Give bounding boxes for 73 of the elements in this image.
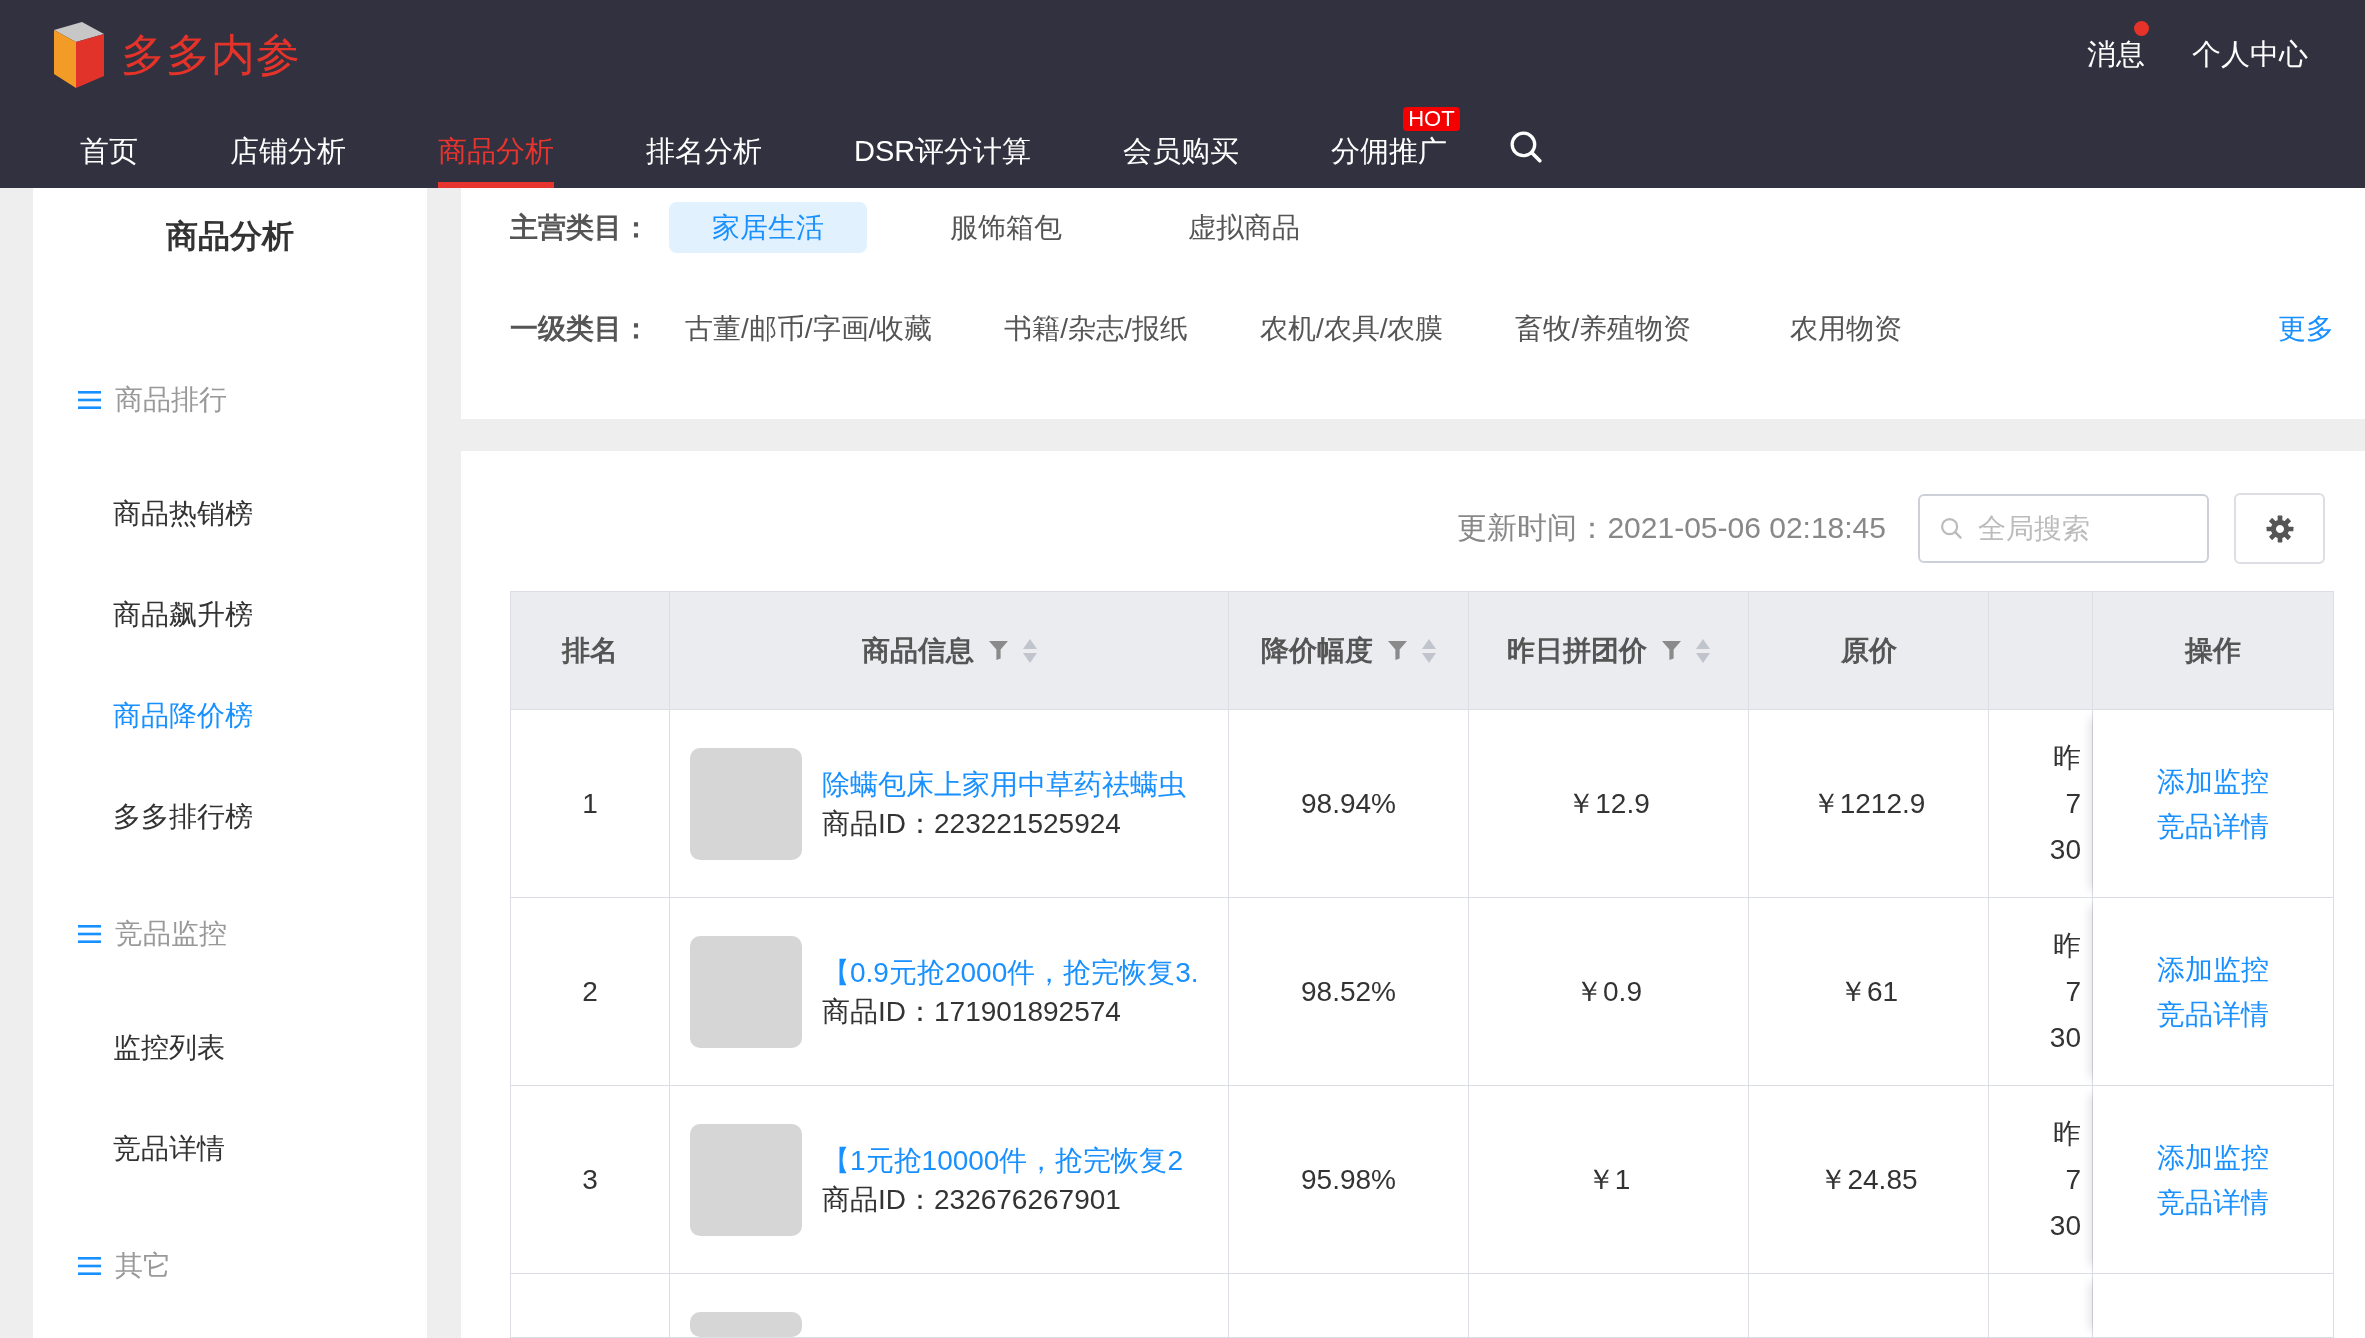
filter-icon[interactable] [1388,641,1407,660]
sort-icon[interactable] [1696,638,1710,663]
rank-number: 2 [582,975,598,1008]
original-price: ￥24.85 [1819,1162,1918,1197]
cell-text: 昨 [2053,740,2081,775]
nav-tab[interactable]: 分佣推广 [1331,134,1448,188]
menu-icon [78,391,101,409]
category-option[interactable]: 书籍/杂志/报纸 [988,303,1204,355]
cell-text: 7 [2065,786,2081,821]
logo-text: 多多内参 [121,28,301,81]
group-price: ￥12.9 [1567,786,1650,821]
sort-icon[interactable] [1022,638,1037,663]
category-option[interactable]: 畜牧/养殖物资 [1499,303,1708,355]
header-link[interactable]: 个人中心 [2192,35,2308,75]
cell-text: 30 [2049,1208,2081,1243]
product-id: 商品ID：232676267901 [822,1183,1121,1217]
group-price: ￥1 [1586,1162,1631,1197]
sidebar-title: 商品分析 [166,217,294,256]
cell-text: 昨 [2053,928,2081,963]
product-id: 商品ID：223221525924 [822,807,1121,841]
original-price: ￥1212.9 [1811,786,1926,821]
sidebar-item[interactable]: 商品飙升榜 [113,595,253,634]
nav-tab[interactable]: DSR评分计算 [854,134,1032,188]
category-option[interactable]: 虚拟商品 [1145,202,1343,253]
search-icon[interactable] [1509,129,1543,163]
sort-icon[interactable] [1422,638,1436,663]
column-title: 昨日拼团价 [1507,633,1647,668]
cell-text: 7 [2065,1162,2081,1197]
sidebar-item[interactable]: 商品热销榜 [113,494,253,533]
nav-tab[interactable]: 会员购买 [1123,134,1240,188]
menu-icon [78,925,101,943]
sidebar-item[interactable]: 竞品详情 [113,1129,225,1168]
filter-label: 一级类目： [510,312,650,346]
nav-tab[interactable]: 排名分析 [646,134,762,188]
category-option[interactable]: 农用物资 [1747,303,1946,355]
rank-number: 3 [582,1163,598,1196]
price-drop-percent: 98.52% [1301,975,1396,1008]
section-title: 商品排行 [115,383,227,417]
filter-label: 主营类目： [510,210,650,245]
settings-icon [2265,514,2294,543]
search-icon [1940,517,1962,539]
cell-text: 30 [2049,1020,2081,1055]
hot-badge: HOT [1403,107,1460,131]
column-title: 商品信息 [861,633,974,668]
cell-text: 昨 [2053,1116,2081,1151]
header-link[interactable]: 消息 [2087,35,2145,75]
section-title: 竞品监控 [115,917,227,951]
group-price: ￥0.9 [1575,974,1642,1009]
section-title: 其它 [115,1249,171,1283]
menu-icon [78,1257,101,1275]
cell-text: 7 [2065,974,2081,1009]
settings-button[interactable] [2234,493,2325,564]
sidebar-item[interactable]: 多多排行榜 [113,797,253,836]
sidebar-item[interactable]: 监控列表 [113,1028,225,1067]
column-title: 操作 [2185,633,2241,668]
category-option[interactable]: 古董/邮币/字画/收藏 [669,303,949,355]
nav-tab[interactable]: 首页 [80,134,138,188]
category-option[interactable]: 农机/农具/农膜 [1243,303,1460,355]
nav-tab[interactable]: 店铺分析 [230,134,346,188]
column-title: 排名 [562,633,618,668]
original-price: ￥61 [1838,974,1899,1009]
filter-icon[interactable] [988,641,1008,660]
price-drop-percent: 95.98% [1301,1163,1396,1196]
search-field[interactable]: 全局搜索 [1918,494,2209,563]
rank-number: 1 [582,787,598,820]
update-time: 更新时间：2021-05-06 02:18:45 [1457,510,1886,546]
filter-icon[interactable] [1662,641,1681,660]
column-title: 降价幅度 [1261,633,1373,668]
cell-text: 30 [2049,832,2081,867]
column-title: 原价 [1840,633,1897,668]
price-drop-percent: 98.94% [1301,787,1396,820]
category-option[interactable]: 服饰箱包 [907,202,1105,253]
product-id: 商品ID：171901892574 [822,995,1121,1029]
